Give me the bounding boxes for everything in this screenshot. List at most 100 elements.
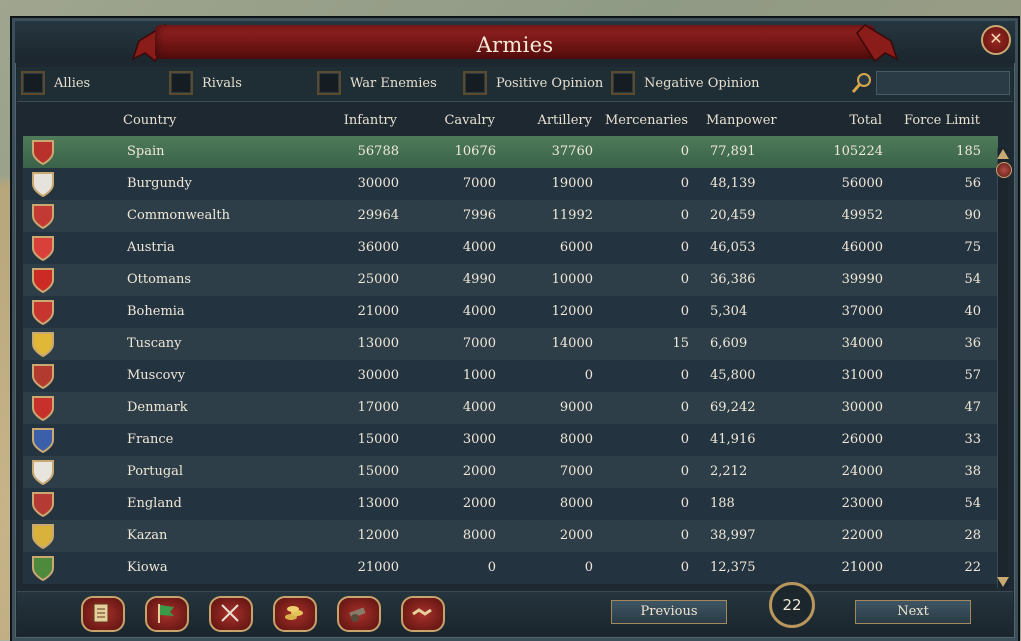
country-shield-icon[interactable] (31, 235, 55, 261)
table-row[interactable]: Burgundy 30000 7000 19000 0 48,139 56000 56 (23, 168, 998, 200)
table-row[interactable]: France 15000 3000 8000 0 41,916 26000 33 (23, 424, 998, 456)
search-input[interactable] (876, 71, 1010, 95)
cell-manpower: 6,609 (710, 336, 748, 351)
cell-cavalry: 4990 (462, 272, 496, 287)
country-shield-icon[interactable] (31, 523, 55, 549)
table-row[interactable]: Spain 56788 10676 37760 0 77,891 105224 185 (23, 136, 998, 168)
country-shield-icon[interactable] (31, 171, 55, 197)
cell-manpower: 36,386 (710, 272, 756, 287)
cell-artillery: 0 (584, 560, 593, 575)
scroll-down-icon[interactable] (996, 576, 1010, 588)
cell-cavalry: 2000 (462, 464, 496, 479)
table-row[interactable]: Muscovy 30000 1000 0 0 45,800 31000 57 (23, 360, 998, 392)
previous-button[interactable]: Previous (611, 600, 727, 624)
table-row[interactable]: Ottomans 25000 4990 10000 0 36,386 39990 54 (23, 264, 998, 296)
column-header-infantry[interactable]: Infantry (327, 113, 397, 128)
table-row[interactable]: Bohemia 21000 4000 12000 0 5,304 37000 40 (23, 296, 998, 328)
flag-button[interactable] (145, 596, 189, 632)
cell-artillery: 8000 (559, 432, 593, 447)
country-shield-icon[interactable] (31, 331, 55, 357)
column-header-artillery[interactable]: Artillery (517, 113, 592, 128)
table-row[interactable]: Kazan 12000 8000 2000 0 38,997 22000 28 (23, 520, 998, 552)
country-shield-icon[interactable] (31, 267, 55, 293)
crossed-swords-button[interactable] (209, 596, 253, 632)
cell-mercenaries: 0 (680, 400, 689, 415)
flag-icon (158, 604, 174, 623)
scrollbar[interactable] (996, 148, 1012, 588)
cell-country: Commonwealth (127, 208, 230, 223)
cell-mercenaries: 0 (680, 176, 689, 191)
country-shield-icon[interactable] (31, 203, 55, 229)
table-row[interactable]: Austria 36000 4000 6000 0 46,053 46000 75 (23, 232, 998, 264)
table-row[interactable]: Kiowa 21000 0 0 0 12,375 21000 22 (23, 552, 998, 584)
column-header-total[interactable]: Total (817, 113, 882, 128)
close-button[interactable]: ✕ (981, 25, 1011, 55)
cell-force-limit: 54 (964, 272, 981, 287)
cell-mercenaries: 0 (680, 496, 689, 511)
cell-mercenaries: 0 (680, 560, 689, 575)
ledger-button[interactable] (81, 596, 125, 632)
cell-manpower: 12,375 (710, 560, 756, 575)
cell-total: 31000 (841, 368, 883, 383)
scroll-up-icon[interactable] (996, 148, 1010, 160)
cell-country: Kiowa (127, 560, 168, 575)
country-shield-icon[interactable] (31, 555, 55, 581)
cell-manpower: 2,212 (710, 464, 748, 479)
cell-artillery: 9000 (559, 400, 593, 415)
column-header-force-limit[interactable]: Force Limit (897, 113, 980, 128)
positive-opinion-checkbox[interactable] (463, 71, 487, 95)
scroll-thumb[interactable] (996, 162, 1012, 178)
coins-button[interactable] (273, 596, 317, 632)
cell-force-limit: 38 (964, 464, 981, 479)
country-shield-icon[interactable] (31, 491, 55, 517)
country-shield-icon[interactable] (31, 395, 55, 421)
cell-country: Denmark (127, 400, 188, 415)
cell-country: Bohemia (127, 304, 185, 319)
negative-opinion-checkbox[interactable] (611, 71, 635, 95)
country-shield-icon[interactable] (31, 459, 55, 485)
cell-country: Muscovy (127, 368, 186, 383)
table-row[interactable]: Commonwealth 29964 7996 11992 0 20,459 49952 90 (23, 200, 998, 232)
filter-rivals[interactable]: Rivals (169, 70, 242, 96)
table-row[interactable]: England 13000 2000 8000 0 188 23000 54 (23, 488, 998, 520)
column-header-country[interactable]: Country (123, 113, 176, 128)
table-row[interactable]: Denmark 17000 4000 9000 0 69,242 30000 47 (23, 392, 998, 424)
filter-negative-opinion[interactable]: Negative Opinion (611, 70, 760, 96)
column-header-manpower[interactable]: Manpower (706, 113, 777, 128)
table-row[interactable]: Portugal 15000 2000 7000 0 2,212 24000 38 (23, 456, 998, 488)
cell-force-limit: 54 (964, 496, 981, 511)
ribbon-right-decoration (856, 24, 899, 63)
country-shield-icon[interactable] (31, 139, 55, 165)
cell-total: 22000 (841, 528, 883, 543)
column-header-mercenaries[interactable]: Mercenaries (597, 113, 688, 128)
table-row[interactable]: Tuscany 13000 7000 14000 15 6,609 34000 36 (23, 328, 998, 360)
cell-manpower: 48,139 (710, 176, 756, 191)
allies-checkbox[interactable] (21, 71, 45, 95)
cannon-button[interactable] (337, 596, 381, 632)
cell-total: 26000 (841, 432, 883, 447)
cell-force-limit: 36 (964, 336, 981, 351)
country-shield-icon[interactable] (31, 299, 55, 325)
cell-total: 30000 (841, 400, 883, 415)
rivals-checkbox[interactable] (169, 71, 193, 95)
war-enemies-checkbox[interactable] (317, 71, 341, 95)
column-header-cavalry[interactable]: Cavalry (427, 113, 495, 128)
filter-war-enemies[interactable]: War Enemies (317, 70, 437, 96)
country-shield-icon[interactable] (31, 427, 55, 453)
close-icon: ✕ (989, 29, 1003, 48)
cell-mercenaries: 0 (680, 208, 689, 223)
next-button[interactable]: Next (855, 600, 971, 624)
crossed-swords-icon (221, 604, 239, 622)
country-shield-icon[interactable] (31, 363, 55, 389)
cell-manpower: 38,997 (710, 528, 756, 543)
handshake-button[interactable] (401, 596, 445, 632)
cell-country: Spain (127, 144, 165, 159)
filter-positive-opinion[interactable]: Positive Opinion (463, 70, 603, 96)
cell-total: 24000 (841, 464, 883, 479)
cannon-icon (349, 607, 366, 622)
cell-artillery: 37760 (551, 144, 593, 159)
cell-artillery: 11992 (551, 208, 593, 223)
search-icon[interactable] (851, 72, 873, 94)
ledger-icon (93, 603, 109, 623)
filter-allies[interactable]: Allies (21, 70, 90, 96)
